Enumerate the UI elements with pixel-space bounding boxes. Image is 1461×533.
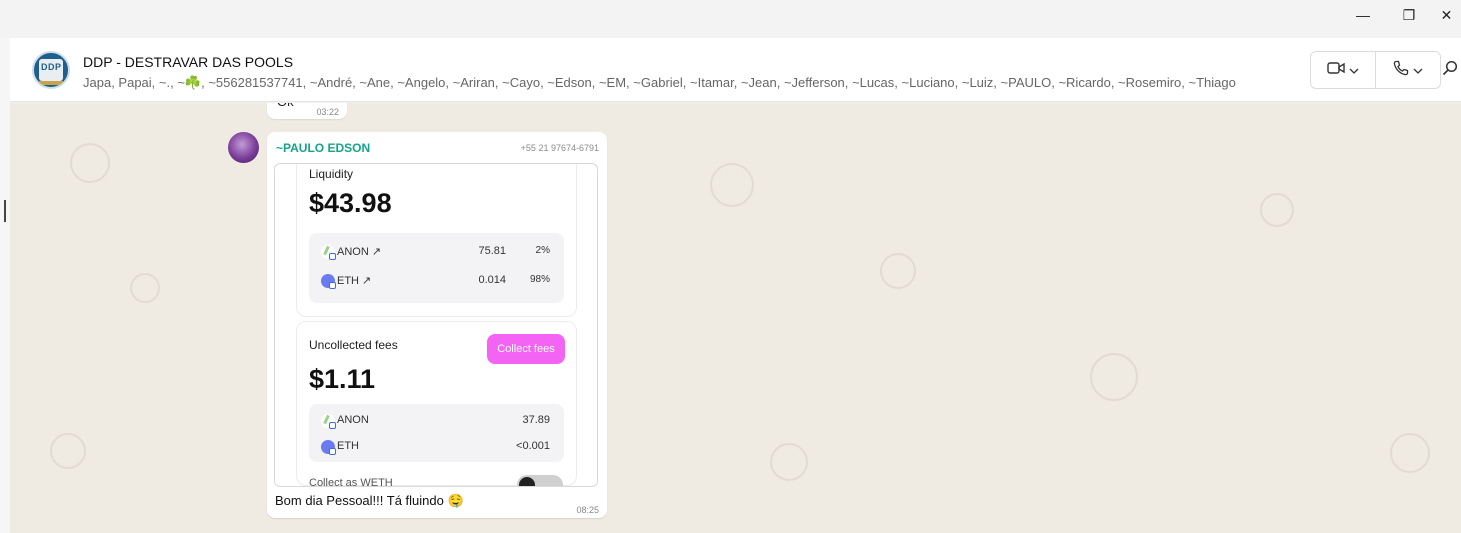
message-caption: Bom dia Pessoal!!! Tá fluindo 🤤 [275, 493, 464, 508]
weth-toggle [517, 475, 563, 486]
pane-resize-handle[interactable] [4, 200, 6, 222]
token-row: ETH <0.001 [321, 438, 550, 456]
fees-token-box: ANON 37.89 ETH <0.001 [309, 404, 564, 462]
sender-name[interactable]: ~PAULO EDSON [276, 141, 370, 155]
collect-fees-button: Collect fees [487, 334, 565, 364]
token-amount: 37.89 [522, 414, 550, 426]
doodle-decoration [1090, 353, 1138, 401]
video-call-button[interactable] [1311, 52, 1375, 88]
token-row: ANON 37.89 [321, 412, 550, 430]
message-text: Ok [277, 103, 294, 109]
participants-list[interactable]: Japa, Papai, ~., ~☘️, ~556281537741, ~An… [83, 75, 1303, 91]
doodle-decoration [710, 163, 754, 207]
token-name: ANON [337, 414, 369, 426]
message-time: 03:22 [316, 107, 339, 117]
doodle-decoration [50, 433, 86, 469]
token-percent: 2% [535, 245, 550, 256]
token-amount: 75.81 [478, 245, 506, 257]
doodle-decoration [130, 273, 160, 303]
search-button[interactable] [1440, 60, 1460, 80]
sender-avatar[interactable] [228, 132, 259, 163]
sender-phone: +55 21 97674-6791 [520, 143, 599, 153]
call-buttons [1310, 51, 1441, 89]
token-name: ETH ↗ [337, 275, 372, 287]
doodle-decoration [880, 253, 916, 289]
fees-total: $1.11 [309, 364, 376, 394]
fees-label: Uncollected fees [309, 338, 398, 352]
liquidity-card: Liquidity $43.98 ANON ↗ 75.81 2% ETH ↗ 0… [296, 164, 577, 317]
phone-icon [1393, 60, 1409, 81]
liquidity-label: Liquidity [309, 167, 354, 181]
minimize-button[interactable]: — [1340, 0, 1386, 30]
group-avatar-text: DDP [41, 62, 62, 72]
anon-token-icon [321, 414, 336, 429]
video-camera-icon [1327, 61, 1345, 80]
token-amount: <0.001 [516, 440, 550, 452]
token-amount: 0.014 [478, 274, 506, 286]
chevron-down-icon [1413, 61, 1423, 79]
previous-message-bubble[interactable]: Ok 03:22 [267, 103, 347, 119]
attached-image[interactable]: Liquidity $43.98 ANON ↗ 75.81 2% ETH ↗ 0… [274, 163, 598, 487]
token-name: ANON ↗ [337, 246, 382, 258]
chat-header: DDP DDP - DESTRAVAR DAS POOLS Japa, Papa… [10, 38, 1461, 102]
eth-token-icon [321, 440, 336, 455]
token-row: ANON ↗ 75.81 2% [321, 243, 550, 261]
doodle-decoration [1390, 433, 1430, 473]
liquidity-token-box: ANON ↗ 75.81 2% ETH ↗ 0.014 98% [309, 233, 564, 303]
doodle-decoration [1260, 193, 1294, 227]
message-bubble[interactable]: ~PAULO EDSON +55 21 97674-6791 Liquidity… [267, 132, 607, 518]
message-time: 08:25 [576, 505, 599, 515]
maximize-button[interactable]: ❐ [1386, 0, 1432, 30]
left-pane-edge [0, 38, 10, 533]
doodle-decoration [770, 443, 808, 481]
chevron-down-icon [1349, 61, 1359, 79]
token-row: ETH ↗ 0.014 98% [321, 272, 550, 290]
liquidity-total: $43.98 [309, 188, 392, 218]
chat-title[interactable]: DDP - DESTRAVAR DAS POOLS [83, 54, 293, 70]
message-list[interactable]: Ok 03:22 ~PAULO EDSON +55 21 97674-6791 … [10, 103, 1461, 533]
anon-token-icon [321, 245, 336, 260]
voice-call-button[interactable] [1375, 52, 1440, 88]
token-name: ETH [337, 440, 359, 452]
close-button[interactable]: ✕ [1432, 0, 1461, 30]
eth-token-icon [321, 274, 336, 289]
collect-as-weth-label: Collect as WETH [309, 477, 393, 487]
window-titlebar: — ❐ ✕ [0, 0, 1461, 38]
token-percent: 98% [529, 274, 550, 285]
doodle-decoration [70, 143, 110, 183]
search-icon [1442, 60, 1458, 81]
group-avatar[interactable]: DDP [32, 51, 70, 89]
uncollected-fees-card: Uncollected fees Collect fees $1.11 ANON… [296, 321, 577, 486]
